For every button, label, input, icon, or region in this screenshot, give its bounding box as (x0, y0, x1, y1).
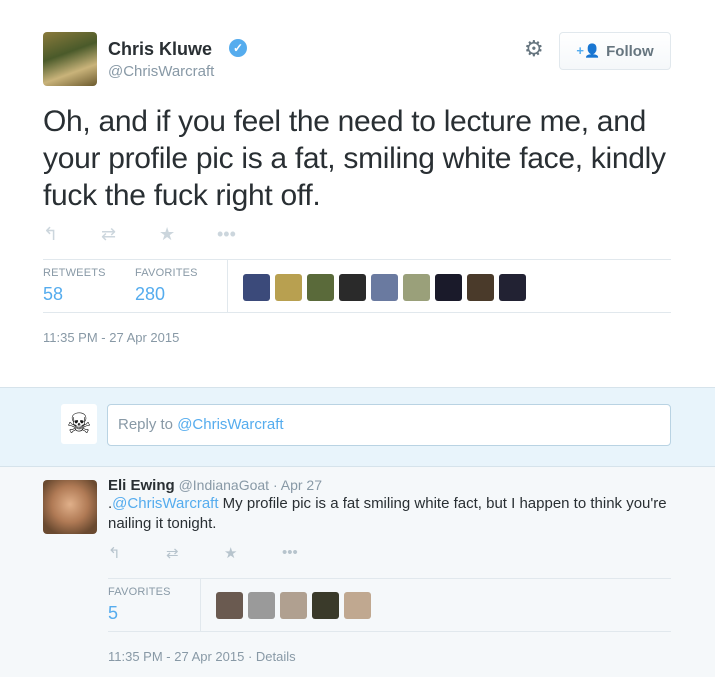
reply-timestamp: 11:35 PM - 27 Apr 2015 · Details (108, 649, 296, 664)
gear-icon[interactable]: ⚙ (524, 37, 544, 61)
tweet-timestamp[interactable]: 11:35 PM - 27 Apr 2015 (43, 330, 179, 345)
favoriter-avatar[interactable] (216, 592, 243, 619)
favoriter-avatar[interactable] (248, 592, 275, 619)
reply-favoriters-list (216, 592, 371, 619)
divider (108, 578, 671, 579)
reply-timestamp-text[interactable]: 11:35 PM - 27 Apr 2015 (108, 649, 244, 664)
favoriter-avatar[interactable] (467, 274, 494, 301)
tweet-actions: ↰ ⇄ ★ ••• (43, 224, 275, 245)
author-handle[interactable]: @ChrisWarcraft (108, 63, 214, 80)
favoriter-avatar[interactable] (275, 274, 302, 301)
favorites-label: FAVORITES (135, 267, 198, 279)
reply-author-name[interactable]: Eli Ewing (108, 477, 175, 494)
main-tweet: Chris Kluwe ✓ @ChrisWarcraft ⚙ +👤 Follow… (0, 0, 715, 387)
favoriter-avatar[interactable] (312, 592, 339, 619)
retweet-icon[interactable]: ⇄ (101, 224, 159, 245)
reply-author-avatar[interactable] (43, 480, 97, 534)
reply-actions: ↰ ⇄ ★ ••• (108, 544, 340, 562)
divider (108, 631, 671, 632)
reply-header: Eli Ewing @IndianaGoat · Apr 27 (108, 477, 322, 494)
retweet-icon[interactable]: ⇄ (166, 544, 224, 562)
user-avatar-skull-icon: ☠ (61, 404, 97, 444)
retweets-label: RETWEETS (43, 267, 106, 279)
favorite-icon[interactable]: ★ (224, 544, 282, 562)
divider (43, 259, 671, 260)
favorite-icon[interactable]: ★ (159, 224, 217, 245)
reply-input[interactable]: Reply to @ChrisWarcraft (107, 404, 671, 446)
add-user-icon: +👤 (576, 43, 601, 58)
reply-separator: · (269, 477, 281, 493)
favoriter-avatar[interactable] (307, 274, 334, 301)
stats-divider (227, 260, 228, 312)
reply-placeholder-mention: @ChrisWarcraft (177, 416, 284, 433)
follow-label: Follow (606, 42, 654, 60)
follow-button[interactable]: +👤 Follow (559, 32, 671, 70)
favoriter-avatar[interactable] (371, 274, 398, 301)
favoriter-avatar[interactable] (280, 592, 307, 619)
reply-text: .@ChrisWarcraft My profile pic is a fat … (108, 494, 678, 534)
divider (43, 312, 671, 313)
verified-badge-icon: ✓ (229, 39, 247, 57)
author-avatar[interactable] (43, 32, 97, 86)
reply-icon[interactable]: ↰ (108, 544, 166, 562)
reply-mention-link[interactable]: @ChrisWarcraft (112, 495, 218, 512)
reply-icon[interactable]: ↰ (43, 224, 101, 245)
favoriter-avatar[interactable] (499, 274, 526, 301)
favoriter-avatar[interactable] (344, 592, 371, 619)
favoriters-list (243, 274, 526, 301)
reply-placeholder-prefix: Reply to (118, 416, 178, 433)
details-link[interactable]: Details (256, 649, 296, 664)
favoriter-avatar[interactable] (339, 274, 366, 301)
author-name[interactable]: Chris Kluwe (108, 39, 212, 60)
favoriter-avatar[interactable] (435, 274, 462, 301)
reply-details-separator: · (244, 649, 256, 664)
reply-favorites-count[interactable]: 5 (108, 603, 118, 624)
reply-author-handle[interactable]: @IndianaGoat (179, 477, 270, 493)
reply-favorites-label: FAVORITES (108, 586, 171, 598)
more-icon[interactable]: ••• (282, 544, 340, 562)
favoriter-avatar[interactable] (243, 274, 270, 301)
reply-date[interactable]: Apr 27 (281, 477, 322, 493)
favoriter-avatar[interactable] (403, 274, 430, 301)
tweet-text: Oh, and if you feel the need to lecture … (43, 105, 666, 212)
stats-divider (200, 579, 201, 631)
favorites-count[interactable]: 280 (135, 284, 165, 305)
retweets-count[interactable]: 58 (43, 284, 63, 305)
more-icon[interactable]: ••• (217, 224, 275, 245)
